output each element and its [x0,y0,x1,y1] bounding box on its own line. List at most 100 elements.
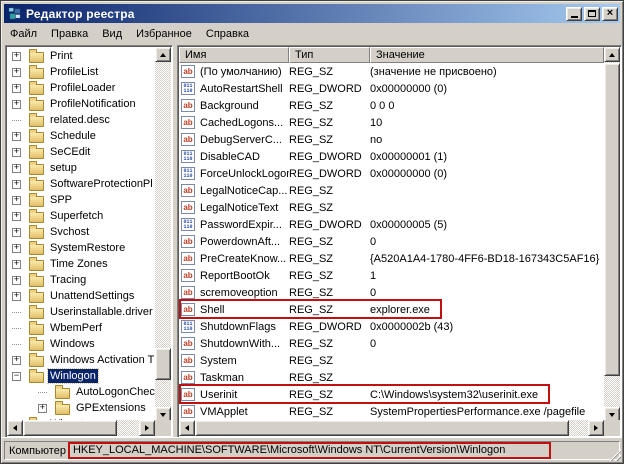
tree-label[interactable]: SoftwareProtectionPl [48,177,155,191]
tree-label[interactable]: setup [48,161,79,175]
tree-item-setup[interactable]: +setup [8,160,155,176]
scroll-right-button[interactable] [139,420,155,436]
tree-label[interactable]: Schedule [48,129,98,143]
maximize-button[interactable] [584,7,600,21]
value-row-shutdownwith[interactable]: abShutdownWith...REG_SZ0 [179,335,604,352]
expand-plus-icon[interactable]: + [12,260,21,269]
tree-item-windows-activation-t[interactable]: + Windows Activation T [8,352,155,368]
value-row-autorestartshell[interactable]: 011110AutoRestartShellREG_DWORD0x0000000… [179,80,604,97]
menu-item-справка[interactable]: Справка [199,26,256,43]
expand-plus-icon[interactable]: + [12,276,21,285]
scrollbar-thumb[interactable] [155,348,171,380]
tree-item-spp[interactable]: + SPP [8,192,155,208]
value-row-по-умолчанию[interactable]: ab(По умолчанию)REG_SZ(значение не присв… [179,63,604,80]
tree-label[interactable]: ProfileList [48,65,100,79]
value-row-passwordexpir[interactable]: 011110PasswordExpir...REG_DWORD0x0000000… [179,216,604,233]
tree-label[interactable]: SeCEdit [48,145,92,159]
close-button[interactable]: × [602,7,618,21]
scrollbar-thumb[interactable] [23,420,117,436]
value-row-vmapplet[interactable]: abVMAppletREG_SZSystemPropertiesPerforma… [179,403,604,420]
tree-item-secedit[interactable]: + SeCEdit [8,144,155,160]
expand-plus-icon[interactable]: + [12,356,21,365]
tree-item-unattendsettings[interactable]: + UnattendSettings [8,288,155,304]
tree-label[interactable]: related.desc [48,113,112,127]
tree-item-autologonchecke[interactable]: AutoLogonChecke [8,384,155,400]
expand-plus-icon[interactable]: + [12,212,21,221]
value-row-forceunlocklogon[interactable]: 011110ForceUnlockLogonREG_DWORD0x0000000… [179,165,604,182]
value-row-reportbootok[interactable]: abReportBootOkREG_SZ1 [179,267,604,284]
value-row-debugserverc[interactable]: abDebugServerC...REG_SZno [179,131,604,148]
tree-label[interactable]: ProfileNotification [48,97,138,111]
tree-item-systemrestore[interactable]: + SystemRestore [8,240,155,256]
tree-item-wbemperf[interactable]: WbemPerf [8,320,155,336]
scrollbar-thumb[interactable] [195,420,569,436]
expand-plus-icon[interactable]: + [12,180,21,189]
scroll-left-button[interactable] [179,420,195,436]
value-row-scremoveoption[interactable]: abscremoveoptionREG_SZ0 [179,284,604,301]
tree-label[interactable]: Superfetch [48,209,105,223]
value-row-userinit[interactable]: abUserinitREG_SZC:\Windows\system32\user… [179,386,604,403]
collapse-minus-icon[interactable]: − [12,372,21,381]
expand-plus-icon[interactable]: + [12,196,21,205]
tree-label[interactable]: SystemRestore [48,241,127,255]
column-header-name[interactable]: Имя [179,47,289,63]
tree-label[interactable]: Time Zones [48,257,110,271]
minimize-button[interactable] [566,7,582,21]
tree-label[interactable]: Svchost [48,225,91,239]
scroll-up-button[interactable] [155,47,171,62]
value-row-system[interactable]: abSystemREG_SZ [179,352,604,369]
tree-item-superfetch[interactable]: + Superfetch [8,208,155,224]
value-row-legalnoticecap[interactable]: abLegalNoticeCap...REG_SZ [179,182,604,199]
expand-plus-icon[interactable]: + [12,292,21,301]
value-row-disablecad[interactable]: 011110DisableCADREG_DWORD0x00000001 (1) [179,148,604,165]
expand-plus-icon[interactable]: + [12,244,21,253]
expand-plus-icon[interactable]: + [12,52,21,61]
column-header-value[interactable]: Значение [370,47,604,63]
expand-plus-icon[interactable]: + [12,132,21,141]
tree-vertical-scrollbar[interactable] [155,47,171,422]
tree-item-profilenotification[interactable]: + ProfileNotification [8,96,155,112]
column-header-type[interactable]: Тип [289,47,370,63]
tree-item-softwareprotectionpl[interactable]: + SoftwareProtectionPl [8,176,155,192]
tree-item-winlogon[interactable]: −Winlogon [8,368,155,384]
list-horizontal-scrollbar[interactable] [179,420,604,436]
menu-item-вид[interactable]: Вид [95,26,129,43]
expand-plus-icon[interactable]: + [12,148,21,157]
scroll-right-button[interactable] [588,420,604,436]
expand-plus-icon[interactable]: + [12,84,21,93]
tree-label[interactable]: WbemPerf [48,321,104,335]
tree-label[interactable]: ProfileLoader [48,81,117,95]
scrollbar-thumb[interactable] [604,63,620,376]
tree-label[interactable]: Windows Activation T [48,353,155,367]
value-row-background[interactable]: abBackgroundREG_SZ0 0 0 [179,97,604,114]
value-row-shutdownflags[interactable]: 011110ShutdownFlagsREG_DWORD0x0000002b (… [179,318,604,335]
tree-horizontal-scrollbar[interactable] [7,420,155,436]
tree-item-tracing[interactable]: + Tracing [8,272,155,288]
list-vertical-scrollbar[interactable] [604,47,620,422]
tree-label[interactable]: AutoLogonChecke [74,385,155,399]
expand-plus-icon[interactable]: + [12,100,21,109]
tree-item-time-zones[interactable]: + Time Zones [8,256,155,272]
tree-label[interactable]: Print [48,49,75,63]
expand-plus-icon[interactable]: + [12,228,21,237]
tree-item-profilelist[interactable]: + ProfileList [8,64,155,80]
tree-item-print[interactable]: + Print [8,48,155,64]
tree-label[interactable]: Tracing [48,273,88,287]
tree-label[interactable]: UnattendSettings [48,289,136,303]
tree-item-windows[interactable]: Windows [8,336,155,352]
tree-item-schedule[interactable]: + Schedule [8,128,155,144]
menu-item-файл[interactable]: Файл [3,26,44,43]
value-row-cachedlogons[interactable]: abCachedLogons...REG_SZ10 [179,114,604,131]
expand-plus-icon[interactable]: + [12,68,21,77]
value-row-precreateknow[interactable]: abPreCreateKnow...REG_SZ{A520A1A4-1780-4… [179,250,604,267]
tree-item-profileloader[interactable]: + ProfileLoader [8,80,155,96]
menu-item-избранное[interactable]: Избранное [129,26,199,43]
menu-item-правка[interactable]: Правка [44,26,95,43]
value-row-powerdownaft[interactable]: abPowerdownAft...REG_SZ0 [179,233,604,250]
tree-label[interactable]: SPP [48,193,74,207]
value-row-shell[interactable]: abShellREG_SZexplorer.exe [179,301,604,318]
tree-item-related-desc[interactable]: related.desc [8,112,155,128]
expand-plus-icon[interactable]: + [38,404,47,413]
tree-item-svchost[interactable]: + Svchost [8,224,155,240]
value-row-legalnoticetext[interactable]: abLegalNoticeTextREG_SZ [179,199,604,216]
